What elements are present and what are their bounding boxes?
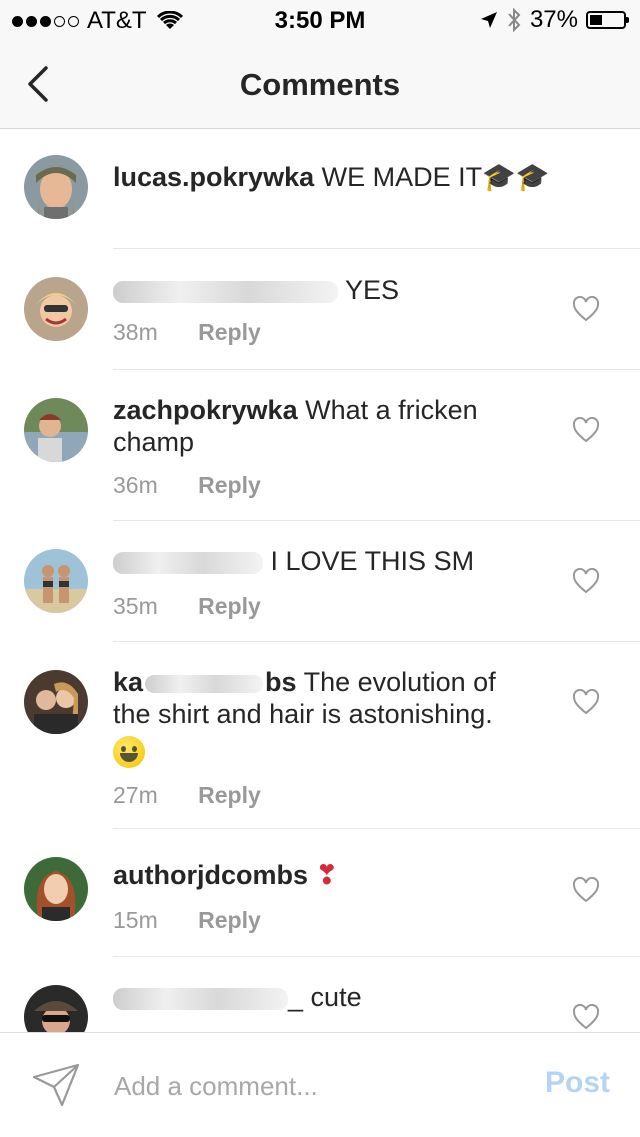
- heart-icon[interactable]: [572, 296, 600, 322]
- heart-icon[interactable]: [572, 1004, 600, 1030]
- comment-username[interactable]: ka bs: [113, 667, 297, 697]
- comment-item: YES 38m Reply: [0, 249, 640, 370]
- comment-username[interactable]: authorjdcombs: [113, 860, 308, 890]
- redacted-username[interactable]: [113, 987, 288, 1010]
- comment-item: I LOVE THIS SM 35m Reply: [0, 521, 640, 642]
- comment-text: YES: [345, 275, 400, 305]
- comment-input[interactable]: [112, 1063, 496, 1109]
- avatar[interactable]: [24, 155, 88, 219]
- comment-time: 35m: [113, 593, 158, 619]
- comment-username[interactable]: zachpokrywka: [113, 395, 298, 425]
- battery-icon: [586, 11, 629, 29]
- comment-time: 15m: [113, 907, 158, 933]
- heart-icon[interactable]: [572, 877, 600, 903]
- heart-icon[interactable]: [572, 689, 600, 715]
- reply-button[interactable]: Reply: [198, 782, 261, 808]
- comment-item: ka bs The evolution of the shirt and hair…: [0, 642, 640, 829]
- redacted-username[interactable]: [113, 551, 263, 574]
- avatar[interactable]: [24, 857, 88, 921]
- location-arrow-icon: [480, 12, 497, 28]
- comment-time: 36m: [113, 472, 158, 498]
- comment-item: _ cute: [0, 957, 640, 1032]
- reply-button[interactable]: Reply: [198, 319, 261, 345]
- battery-fill: [590, 15, 602, 25]
- comment-text: I LOVE THIS SM: [270, 546, 475, 576]
- nav-bar: Comments: [0, 40, 640, 129]
- comment-time: 38m: [113, 319, 158, 345]
- graduation-cap-icon: 🎓🎓: [482, 162, 550, 192]
- reply-button[interactable]: Reply: [198, 907, 261, 933]
- reply-button[interactable]: Reply: [198, 472, 261, 498]
- send-icon[interactable]: [32, 1061, 80, 1109]
- comment-text: cute: [310, 982, 362, 1012]
- heart-icon[interactable]: [572, 568, 600, 594]
- status-bar: AT&T 3:50 PM 37%: [0, 0, 640, 40]
- heart-exclamation-icon: ❣: [315, 860, 339, 890]
- redacted-username: [145, 674, 264, 693]
- caption-comment: lucas.pokrywka WE MADE IT🎓🎓: [0, 129, 640, 249]
- avatar[interactable]: [24, 670, 88, 734]
- avatar[interactable]: [24, 398, 88, 462]
- post-button[interactable]: Post: [545, 1066, 610, 1100]
- comment-composer: Post: [0, 1032, 640, 1137]
- comment-item: authorjdcombs ❣ 15m Reply: [0, 829, 640, 957]
- comment-item: zachpokrywka What a fricken champ 36m Re…: [0, 370, 640, 521]
- comment-text: WE MADE IT: [321, 162, 483, 192]
- heart-icon[interactable]: [572, 417, 600, 443]
- avatar[interactable]: [24, 549, 88, 613]
- redacted-username[interactable]: [113, 280, 338, 303]
- avatar[interactable]: [24, 985, 88, 1032]
- comment-list[interactable]: lucas.pokrywka WE MADE IT🎓🎓 YES 38m Repl…: [0, 129, 640, 1032]
- reply-button[interactable]: Reply: [198, 593, 261, 619]
- bluetooth-icon: [508, 8, 521, 32]
- comment-time: 27m: [113, 782, 158, 808]
- grinning-face-icon: [113, 735, 145, 768]
- battery-percent: 37%: [529, 6, 578, 33]
- avatar[interactable]: [24, 277, 88, 341]
- comment-username[interactable]: lucas.pokrywka: [113, 162, 314, 192]
- page-title: Comments: [239, 67, 401, 102]
